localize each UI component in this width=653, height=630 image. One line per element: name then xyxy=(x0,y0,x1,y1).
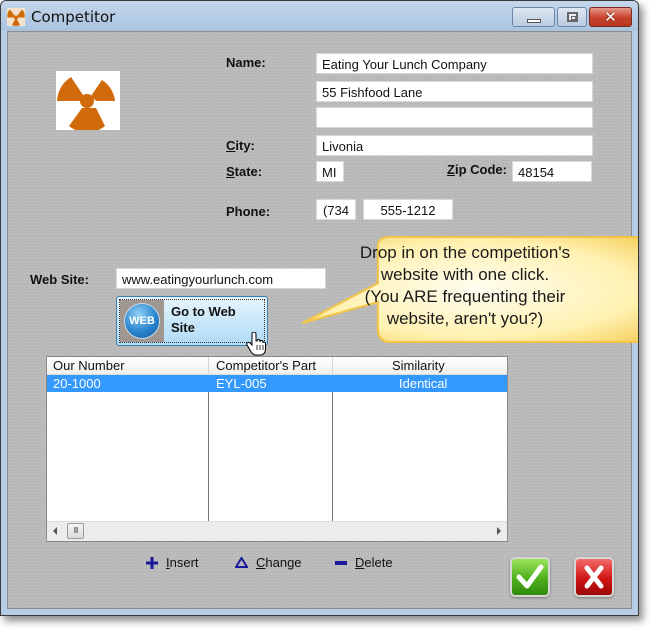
column-header-competitors-part[interactable]: Competitor's Part xyxy=(216,358,316,373)
close-icon: ✕ xyxy=(604,8,617,26)
address-line1-input[interactable]: 55 Fishfood Lane xyxy=(316,81,593,102)
callout-text: Drop in on the competition's website wit… xyxy=(326,242,604,330)
competitor-window: Competitor ✕ Name: Eating Your Lunch Com… xyxy=(0,0,639,616)
go-to-website-line2: Site xyxy=(171,320,195,335)
website-label: Web Site: xyxy=(30,272,89,287)
minimize-icon xyxy=(527,19,541,23)
insert-label: Insert xyxy=(166,555,199,570)
minimize-button[interactable] xyxy=(512,7,555,27)
hand-cursor-icon xyxy=(246,332,266,356)
insert-text: nsert xyxy=(169,555,199,570)
address-line2-input[interactable] xyxy=(316,107,593,128)
maximize-button[interactable] xyxy=(557,7,587,27)
delete-text: elete xyxy=(364,555,393,570)
name-input[interactable]: Eating Your Lunch Company xyxy=(316,53,593,74)
triangle-icon xyxy=(235,557,248,568)
column-header-similarity[interactable]: Similarity xyxy=(392,358,445,373)
checkmark-icon xyxy=(516,564,544,589)
grid-header: Our Number Competitor's Part Similarity xyxy=(47,357,507,375)
cell-competitors-part: EYL-005 xyxy=(216,376,267,391)
phone-area-code-input[interactable]: (734 xyxy=(316,199,356,220)
title-bar[interactable]: Competitor ✕ xyxy=(1,1,638,31)
competitor-parts-grid[interactable]: Our Number Competitor's Part Similarity … xyxy=(46,356,508,542)
cancel-button[interactable] xyxy=(574,557,614,597)
web-globe-image: WEB xyxy=(120,300,164,342)
window-title: Competitor xyxy=(31,8,116,26)
delete-button[interactable]: Delete xyxy=(335,555,393,570)
phone-label: Phone: xyxy=(226,204,271,219)
scroll-right-arrow-icon[interactable] xyxy=(497,527,501,535)
state-label: State: xyxy=(226,164,262,179)
radiation-logo xyxy=(56,71,120,130)
change-button[interactable]: Change xyxy=(235,555,302,570)
minus-icon xyxy=(335,560,347,565)
name-label: Name: xyxy=(226,55,266,70)
state-input[interactable]: MI xyxy=(316,161,344,182)
delete-label: Delete xyxy=(355,555,393,570)
city-label: City: xyxy=(226,138,255,153)
zip-code-input[interactable]: 48154 xyxy=(512,161,592,182)
table-row[interactable]: 20-1000 EYL-005 Identical xyxy=(47,375,507,392)
state-label-accesskey: S xyxy=(226,164,235,179)
city-label-text: ity: xyxy=(235,138,255,153)
state-label-text: tate: xyxy=(234,164,263,179)
zip-label-accesskey: Z xyxy=(447,162,455,177)
city-input[interactable]: Livonia xyxy=(316,135,593,156)
callout-line3: (You ARE frequenting their xyxy=(364,287,566,306)
change-label: Change xyxy=(256,555,302,570)
go-to-website-line1: Go to Web xyxy=(171,304,236,319)
ok-button[interactable] xyxy=(510,557,550,597)
column-divider xyxy=(208,392,209,524)
column-separator[interactable] xyxy=(332,357,333,374)
cell-similarity: Identical xyxy=(399,376,448,391)
zip-code-label: Zip Code: xyxy=(447,162,507,177)
cell-our-number: 20-1000 xyxy=(53,376,101,391)
phone-number-input[interactable]: 555-1212 xyxy=(363,199,453,220)
web-globe-icon: WEB xyxy=(124,303,160,339)
maximize-icon xyxy=(567,12,578,22)
column-divider xyxy=(332,392,333,524)
change-accesskey: C xyxy=(256,555,266,570)
city-label-accesskey: C xyxy=(226,138,236,153)
zip-label-text: ip Code: xyxy=(454,162,507,177)
column-separator[interactable] xyxy=(208,357,209,374)
delete-accesskey: D xyxy=(355,555,365,570)
callout-line4: website, aren't you?) xyxy=(386,309,544,328)
callout-line2: website with one click. xyxy=(380,265,550,284)
horizontal-scrollbar[interactable]: III xyxy=(47,521,507,541)
scroll-thumb[interactable]: III xyxy=(67,523,84,539)
change-text: hange xyxy=(265,555,302,570)
close-button[interactable]: ✕ xyxy=(589,7,632,27)
column-header-our-number[interactable]: Our Number xyxy=(53,358,125,373)
form-client-area: Name: Eating Your Lunch Company 55 Fishf… xyxy=(7,31,638,609)
insert-button[interactable]: Insert xyxy=(146,555,199,570)
scroll-left-arrow-icon[interactable] xyxy=(53,527,57,535)
callout-line1: Drop in on the competition's xyxy=(359,243,571,262)
go-to-website-label: Go to Web Site xyxy=(171,304,236,336)
x-icon xyxy=(584,565,604,589)
plus-icon xyxy=(146,556,158,569)
radiation-app-icon xyxy=(7,8,25,26)
